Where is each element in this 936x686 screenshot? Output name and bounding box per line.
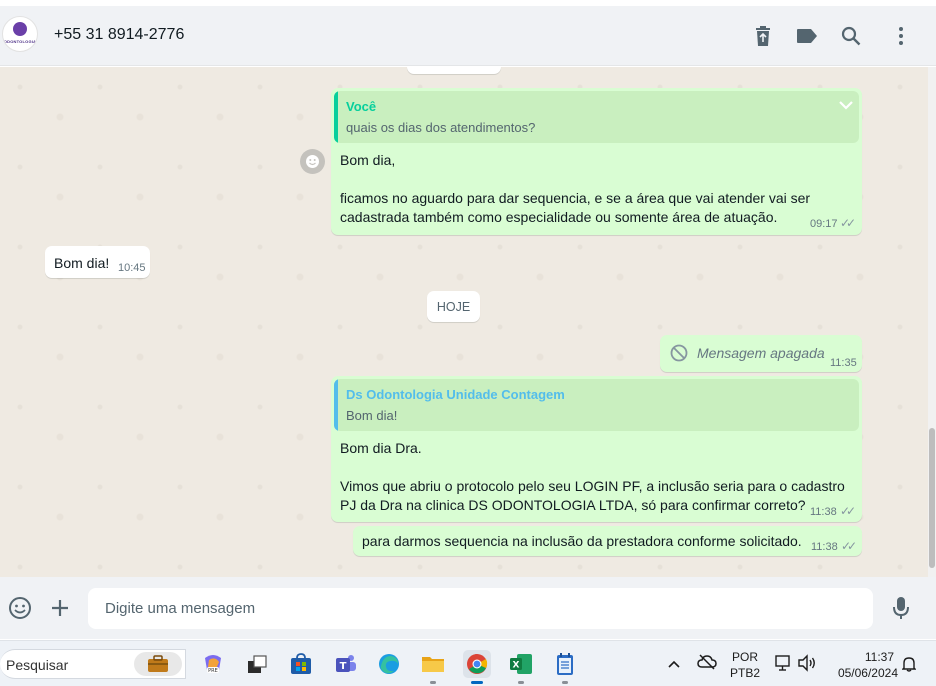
task-view-icon[interactable] [243,650,271,678]
tooth-logo-icon [13,22,27,36]
svg-text:X: X [513,661,520,671]
quote-author: Você [346,99,377,114]
label-icon[interactable] [793,22,821,50]
message-time: 11:38 [810,506,837,518]
volume-icon[interactable] [797,654,817,677]
file-explorer-icon[interactable] [419,650,447,684]
message-line: PJ da Dra na clinica DS ODONTOLOGIA LTDA… [340,497,806,513]
quote-text: quais os dias dos atendimentos? [346,120,536,135]
quote-accent-bar [334,91,338,143]
chat-area[interactable]: Você quais os dias dos atendimentos? Bom… [0,67,936,577]
menu-icon[interactable] [887,22,915,50]
search-icon[interactable] [837,22,865,50]
taskbar-search[interactable]: Pesquisar [0,649,186,679]
microsoft-store-icon[interactable] [287,650,315,678]
chevron-up-icon[interactable] [667,656,681,674]
message-line: Bom dia, [340,152,396,168]
windows-taskbar: Pesquisar PRE T X POR PTB2 11:37 05/06/2… [0,640,936,686]
message-time: 09:17 [810,218,838,230]
running-indicator [430,681,436,684]
message-line: Vimos que abriu o protocolo pelo seu LOG… [340,478,845,494]
avatar-logo-text: ODONTOLOGIA [3,39,37,44]
message-composer [0,577,936,639]
delete-icon[interactable] [749,22,777,50]
react-emoji-icon[interactable] [300,149,325,174]
contact-avatar[interactable]: ODONTOLOGIA [2,16,38,52]
deleted-message-text: Mensagem apagada [697,345,825,361]
chat-header: ODONTOLOGIA +55 31 8914-2776 [0,6,936,66]
double-check-icon: ✓✓ [840,504,856,518]
active-indicator [471,681,483,684]
quote-accent-bar [334,379,338,431]
clock-date[interactable]: 05/06/2024 [828,666,898,680]
message-time: 11:35 [830,357,857,369]
briefcase-icon [134,652,182,676]
deleted-message-bubble[interactable]: Mensagem apagada 11:35 [660,335,862,372]
quoted-message[interactable]: Você quais os dias dos atendimentos? [334,91,859,143]
running-indicator [562,681,568,684]
message-bubble-outgoing[interactable]: Você quais os dias dos atendimentos? Bom… [331,88,862,235]
microphone-icon[interactable] [888,595,914,621]
partial-message-bubble [407,67,501,74]
excel-icon[interactable]: X [507,650,535,684]
language-indicator-bottom[interactable]: PTB2 [729,666,761,680]
message-line: Bom dia Dra. [340,440,422,456]
edge-icon[interactable] [375,650,403,678]
cloud-offline-icon[interactable] [697,654,717,675]
date-divider: HOJE [427,291,480,322]
quote-text: Bom dia! [346,408,398,423]
emoji-icon[interactable] [7,595,33,621]
message-text: para darmos sequencia na inclusão da pre… [362,533,802,549]
language-indicator-top[interactable]: POR [729,650,761,664]
svg-text:PRE: PRE [208,668,218,674]
contact-name[interactable]: +55 31 8914-2776 [54,26,184,44]
chevron-down-icon[interactable] [839,97,853,113]
chat-scrollbar-thumb[interactable] [929,428,935,568]
message-input[interactable] [88,588,873,629]
message-bubble-incoming[interactable]: Bom dia! 10:45 [45,246,150,278]
svg-text:T: T [340,661,347,672]
quote-author: Ds Odontologia Unidade Contagem [346,387,565,402]
message-time: 10:45 [118,262,146,274]
copilot-icon[interactable]: PRE [199,650,227,678]
chrome-icon[interactable] [463,650,491,684]
message-text: Bom dia! [54,255,110,271]
quoted-message[interactable]: Ds Odontologia Unidade Contagem Bom dia! [334,379,859,431]
notification-bell-icon[interactable] [901,656,917,677]
attach-plus-icon[interactable] [47,595,73,621]
teams-icon[interactable]: T [331,650,359,678]
blocked-icon [670,344,688,365]
double-check-icon: ✓✓ [840,216,856,230]
running-indicator [518,681,524,684]
clock-time[interactable]: 11:37 [828,650,898,664]
message-bubble-outgoing[interactable]: Ds Odontologia Unidade Contagem Bom dia!… [331,376,862,522]
message-line: cadastrada também como especialidade ou … [340,209,778,225]
message-line: ficamos no aguardo para dar sequencia, e… [340,190,811,206]
message-bubble-outgoing[interactable]: para darmos sequencia na inclusão da pre… [353,526,862,556]
message-time: 11:38 [811,541,838,553]
double-check-icon: ✓✓ [841,539,857,553]
network-icon[interactable] [774,654,792,677]
notepad-icon[interactable] [551,650,579,684]
taskbar-search-placeholder: Pesquisar [6,657,69,673]
